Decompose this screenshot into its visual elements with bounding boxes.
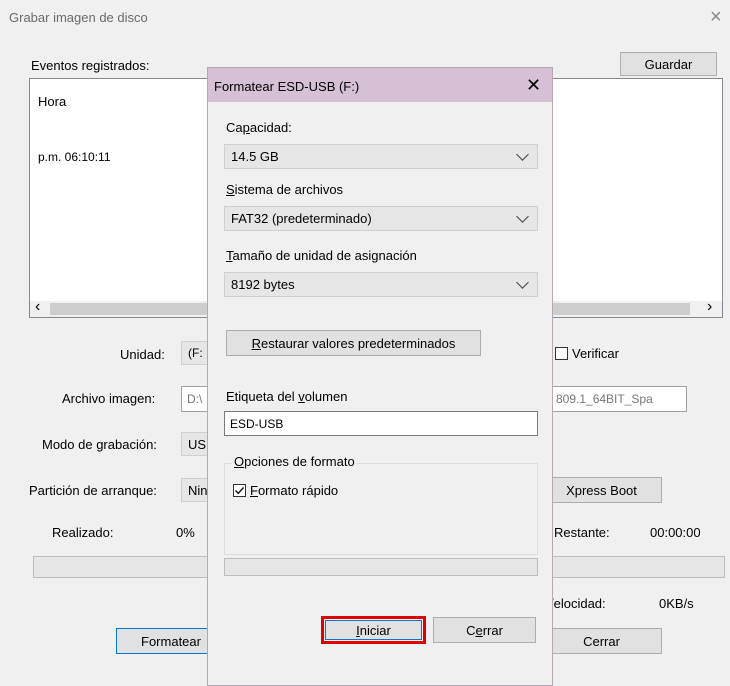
quick-format-label: Formato rápido (250, 483, 339, 498)
events-label: Eventos registrados: (31, 58, 150, 73)
drive-label: Unidad: (120, 347, 165, 362)
volume-label-label: Etiqueta del volumen (226, 389, 348, 404)
chevron-down-icon (516, 147, 529, 161)
image-file-value: D:\ (187, 392, 203, 406)
volume-label-value: ESD-USB (230, 416, 284, 431)
write-mode-value: US (188, 436, 207, 452)
volume-label-input[interactable]: ESD-USB (224, 411, 538, 436)
image-file-input-tail[interactable]: 809.1_64BIT_Spa (550, 386, 687, 412)
save-log-button[interactable]: Guardar (620, 52, 717, 76)
verify-checkbox[interactable] (555, 347, 568, 360)
format-dialog: Formatear ESD-USB (F:) ✕ Capacidad: 14.5… (207, 67, 553, 686)
start-button[interactable]: Iniciar (325, 620, 422, 640)
speed-value: 0KB/s (659, 596, 694, 611)
log-row-time: p.m. 06:10:11 (38, 150, 111, 164)
capacity-value: 14.5 GB (231, 149, 279, 164)
capacity-select[interactable]: 14.5 GB (224, 144, 538, 169)
format-dialog-title: Formatear ESD-USB (F:) (214, 79, 360, 94)
filesystem-label: Sistema de archivos (226, 182, 344, 197)
restore-defaults-button[interactable]: Restaurar valores predeterminados (226, 330, 481, 356)
close-main-button[interactable]: Cerrar (541, 628, 662, 654)
scroll-right-arrow-icon[interactable]: › (707, 298, 712, 316)
boot-partition-label: Partición de arranque: (29, 483, 157, 498)
quick-format-checkbox[interactable] (233, 484, 246, 497)
write-mode-label: Modo de grabación: (42, 437, 157, 452)
boot-partition-value: Nin (188, 482, 208, 498)
chevron-down-icon (516, 209, 529, 223)
allocation-select[interactable]: 8192 bytes (224, 272, 538, 297)
drive-select-value: (F: (188, 346, 203, 360)
format-progress-bar (224, 558, 538, 576)
allocation-label: Tamaño de unidad de asignación (226, 248, 417, 263)
window-close-icon[interactable]: × (710, 6, 722, 29)
filesystem-select[interactable]: FAT32 (predeterminado) (224, 206, 538, 231)
done-value: 0% (176, 525, 195, 540)
close-dialog-button[interactable]: Ce rrar (433, 617, 536, 643)
xpress-boot-button[interactable]: Xpress Boot (541, 477, 662, 503)
remaining-value: 00:00:00 (650, 525, 701, 540)
chevron-down-icon (516, 275, 529, 289)
done-label: Realizado: (52, 525, 114, 540)
image-file-value-tail: 809.1_64BIT_Spa (556, 392, 653, 406)
format-options-group (224, 463, 538, 555)
scroll-left-arrow-icon[interactable]: ‹ (35, 298, 40, 316)
format-options-label: Opciones de formato (232, 454, 357, 469)
format-dialog-titlebar: Formatear ESD-USB (F:) ✕ (208, 68, 552, 102)
verify-label: Verificar (572, 346, 619, 361)
allocation-value: 8192 bytes (231, 277, 295, 292)
image-file-label: Archivo imagen: (62, 391, 156, 406)
format-dialog-close-icon[interactable]: ✕ (526, 75, 541, 96)
capacity-label: Capacidad: (226, 120, 292, 135)
remaining-label: Restante: (554, 525, 610, 540)
speed-label: /elocidad: (550, 596, 606, 611)
window-title: Grabar imagen de disco (9, 10, 148, 25)
log-column-header-time: Hora (38, 94, 67, 109)
filesystem-value: FAT32 (predeterminado) (231, 211, 372, 226)
